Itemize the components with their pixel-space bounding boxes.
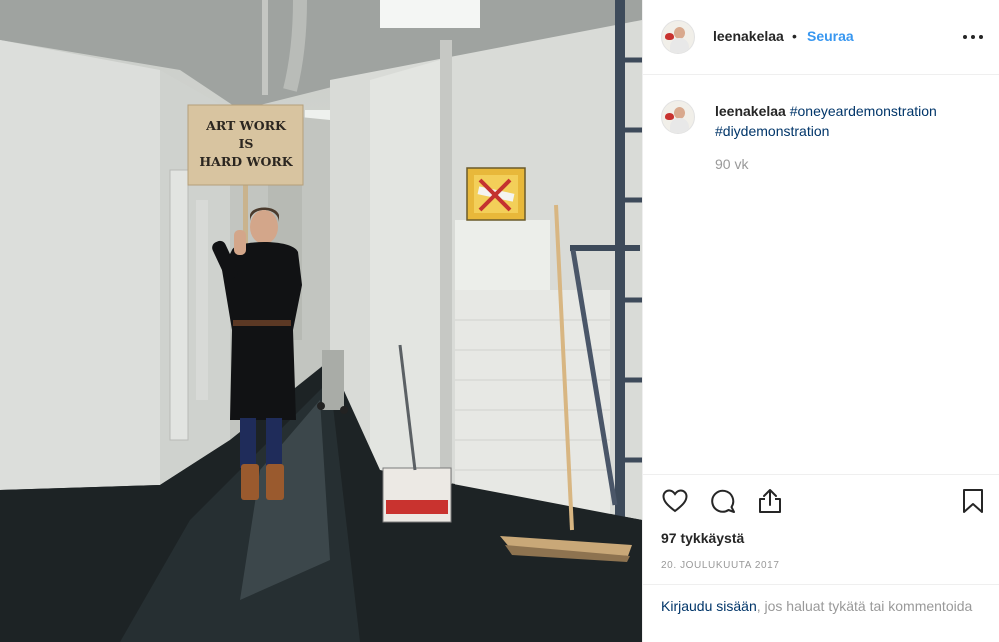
- more-options-icon[interactable]: [961, 26, 987, 46]
- login-prompt: Kirjaudu sisään, jos haluat tykätä tai k…: [643, 584, 999, 642]
- sign-line-3: HARD WORK: [199, 154, 293, 169]
- avatar[interactable]: [661, 20, 695, 54]
- hashtag-link[interactable]: #diydemonstration: [715, 123, 829, 139]
- sign-line-1: ART WORK: [205, 118, 287, 133]
- post-header: leenakelaa • Seuraa: [643, 0, 999, 75]
- share-icon[interactable]: [756, 487, 784, 515]
- likes-count[interactable]: 97 tykkäystä: [661, 530, 744, 546]
- heart-icon[interactable]: [661, 487, 689, 515]
- caption-timestamp[interactable]: 90 vk: [715, 156, 748, 172]
- bookmark-icon[interactable]: [959, 487, 987, 515]
- hashtag-link[interactable]: #oneyeardemonstration: [790, 103, 937, 119]
- caption-avatar[interactable]: [661, 100, 695, 134]
- protest-sign: ART WORK IS HARD WORK: [187, 104, 304, 186]
- login-rest: , jos haluat tykätä tai kommentoida: [756, 598, 973, 614]
- header-username[interactable]: leenakelaa: [713, 28, 784, 44]
- post-sidebar: leenakelaa • Seuraa leenakelaa #oneyeard…: [642, 0, 999, 642]
- login-text: Kirjaudu sisään, jos haluat tykätä tai k…: [661, 596, 981, 616]
- photo-illustration: ART WORK IS HARD WORK: [0, 0, 642, 642]
- post-photo[interactable]: ART WORK IS HARD WORK: [0, 0, 642, 642]
- follow-button[interactable]: Seuraa: [807, 28, 854, 44]
- sign-line-2: IS: [239, 136, 254, 151]
- caption-username[interactable]: leenakelaa: [715, 103, 786, 119]
- action-bar: 97 tykkäystä 20. joulukuuta 2017: [643, 474, 999, 584]
- comment-icon[interactable]: [709, 487, 737, 515]
- login-link[interactable]: Kirjaudu sisään: [661, 598, 757, 614]
- header-separator: •: [792, 28, 797, 44]
- caption-section: leenakelaa #oneyeardemonstration #diydem…: [643, 76, 999, 473]
- caption-text: leenakelaa #oneyeardemonstration #diydem…: [715, 102, 985, 141]
- post-date[interactable]: 20. joulukuuta 2017: [661, 560, 780, 571]
